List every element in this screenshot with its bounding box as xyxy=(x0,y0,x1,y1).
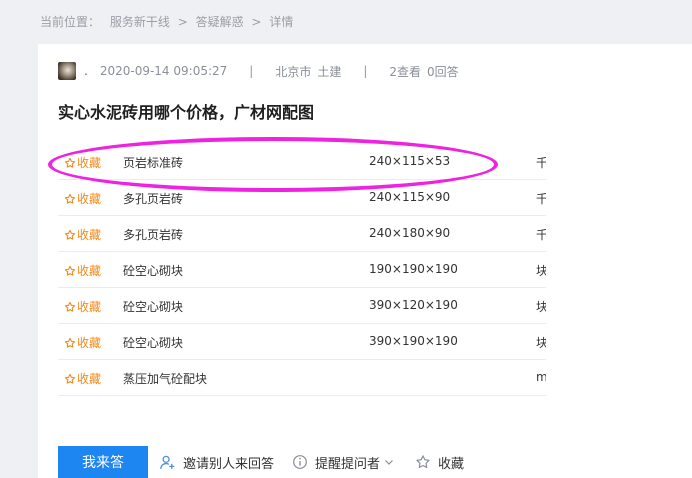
table-row: 收藏 多孔页岩砖 240×180×90 千 xyxy=(58,216,546,252)
material-unit: 块 xyxy=(536,264,546,278)
material-name: 蒸压加气砼配块 xyxy=(123,372,208,386)
material-name: 砼空心砌块 xyxy=(123,336,184,350)
material-name: 砼空心砌块 xyxy=(123,300,184,314)
favorite-label: 收藏 xyxy=(77,192,102,206)
favorite-button[interactable]: 收藏 xyxy=(64,334,101,351)
material-spec: 390×190×190 xyxy=(369,334,458,348)
question-meta: . 2020-09-14 09:05:27 | 北京市 土建 | 2查看 0回答 xyxy=(58,62,459,80)
chevron-down-icon xyxy=(385,460,393,465)
breadcrumb-separator: > xyxy=(177,15,188,29)
material-unit: 块 xyxy=(536,300,546,314)
avatar[interactable] xyxy=(58,62,76,80)
favorite-button[interactable]: 收藏 xyxy=(64,370,101,387)
table-row: 收藏 蒸压加气砼配块 m xyxy=(58,360,546,396)
material-name: 多孔页岩砖 xyxy=(123,228,184,242)
material-spec: 240×115×53 xyxy=(369,154,451,168)
star-icon xyxy=(64,193,76,204)
table-row: 收藏 砼空心砌块 390×190×190 块 xyxy=(58,324,546,360)
breadcrumb-current: 详情 xyxy=(269,15,294,29)
star-icon xyxy=(64,337,76,348)
breadcrumb-separator: > xyxy=(251,15,262,29)
invite-button[interactable]: 邀请别人来回答 xyxy=(159,453,274,472)
material-unit: 千 xyxy=(536,156,546,170)
favorite-label: 收藏 xyxy=(77,372,102,386)
collect-label: 收藏 xyxy=(438,456,465,472)
remind-button[interactable]: 提醒提问者 xyxy=(292,453,395,472)
star-icon xyxy=(64,229,76,240)
meta-divider: | xyxy=(363,64,368,78)
action-bar: 我来答 邀请别人来回答 提醒提问者 收藏 xyxy=(58,446,464,478)
material-spec: 240×115×90 xyxy=(369,190,451,204)
material-spec: 390×120×190 xyxy=(369,298,458,312)
material-unit: 块 xyxy=(536,336,546,350)
favorite-label: 收藏 xyxy=(77,156,102,170)
username[interactable]: . xyxy=(84,64,88,78)
favorite-label: 收藏 xyxy=(77,228,102,242)
material-unit: 千 xyxy=(536,228,546,242)
star-icon xyxy=(64,301,76,312)
material-unit: m xyxy=(536,370,546,384)
star-icon xyxy=(64,157,76,168)
favorite-button[interactable]: 收藏 xyxy=(64,154,101,171)
favorite-button[interactable]: 收藏 xyxy=(64,298,101,315)
invite-label: 邀请别人来回答 xyxy=(183,456,275,472)
favorite-button[interactable]: 收藏 xyxy=(64,190,101,207)
material-name: 页岩标准砖 xyxy=(123,156,184,170)
material-unit: 千 xyxy=(536,192,546,206)
location: 北京市 xyxy=(275,64,312,79)
table-row: 收藏 页岩标准砖 240×115×53 千 xyxy=(58,144,546,180)
breadcrumb-link-service[interactable]: 服务新干线 xyxy=(110,13,170,30)
table-row: 收藏 砼空心砌块 390×120×190 块 xyxy=(58,288,546,324)
favorite-button[interactable]: 收藏 xyxy=(64,226,101,243)
collect-button[interactable]: 收藏 xyxy=(415,453,464,472)
post-datetime: 2020-09-14 09:05:27 xyxy=(99,64,228,78)
meta-divider: | xyxy=(249,64,254,78)
favorite-button[interactable]: 收藏 xyxy=(64,262,101,279)
material-spec: 240×180×90 xyxy=(369,226,451,240)
view-count: 2查看 xyxy=(389,64,422,79)
favorite-label: 收藏 xyxy=(77,300,102,314)
question-title: 实心水泥砖用哪个价格，广材网配图 xyxy=(58,103,315,122)
breadcrumb-label: 当前位置： xyxy=(40,15,101,29)
table-row: 收藏 砼空心砌块 190×190×190 块 xyxy=(58,252,546,288)
price-table: 收藏 页岩标准砖 240×115×53 千 收藏 多孔页岩砖 240×115×9… xyxy=(58,144,546,398)
favorite-label: 收藏 xyxy=(77,264,102,278)
answer-button[interactable]: 我来答 xyxy=(58,446,148,478)
material-spec: 190×190×190 xyxy=(369,262,458,276)
favorite-label: 收藏 xyxy=(77,336,102,350)
material-name: 多孔页岩砖 xyxy=(123,192,184,206)
material-name: 砼空心砌块 xyxy=(123,264,184,278)
table-row: 收藏 多孔页岩砖 240×115×90 千 xyxy=(58,180,546,216)
star-icon xyxy=(64,373,76,384)
star-icon xyxy=(64,265,76,276)
info-icon xyxy=(293,455,307,469)
answer-count: 0回答 xyxy=(427,64,459,79)
user-plus-icon xyxy=(160,455,175,469)
question-card: . 2020-09-14 09:05:27 | 北京市 土建 | 2查看 0回答… xyxy=(38,44,692,478)
breadcrumb-link-qa[interactable]: 答疑解惑 xyxy=(196,13,244,30)
breadcrumb: 当前位置： 服务新干线 > 答疑解惑 > 详情 xyxy=(40,13,293,30)
category: 土建 xyxy=(317,64,342,79)
remind-label: 提醒提问者 xyxy=(315,456,381,472)
star-icon xyxy=(416,455,430,469)
